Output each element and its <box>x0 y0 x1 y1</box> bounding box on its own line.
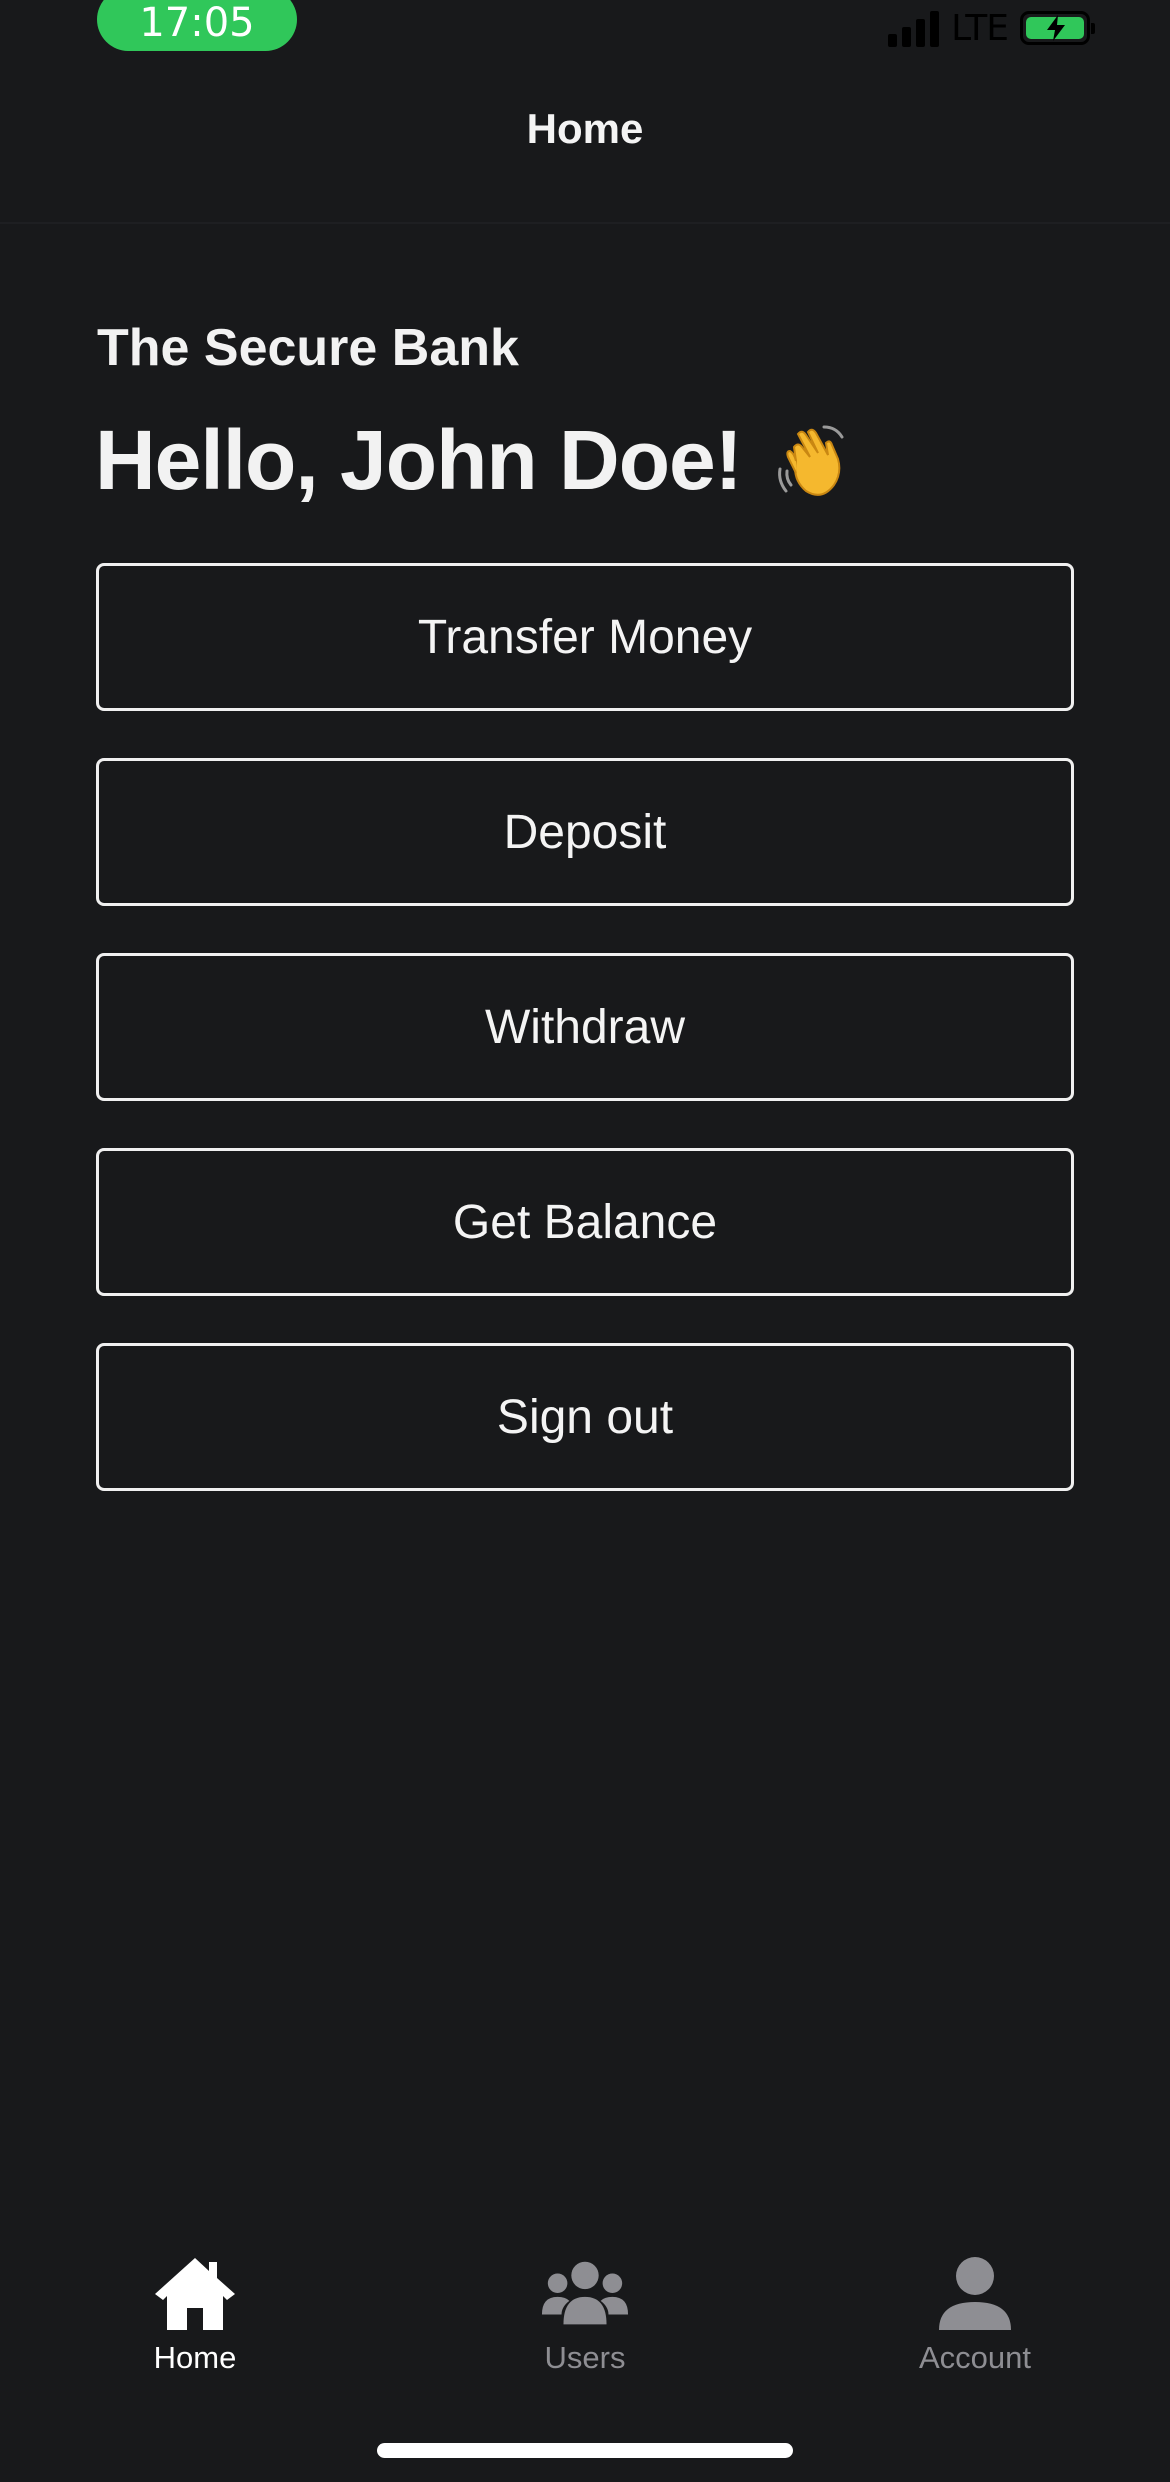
navigation-header: Home <box>0 60 1170 222</box>
status-indicators: LTE <box>888 6 1095 50</box>
sign-out-button[interactable]: Sign out <box>96 1343 1074 1491</box>
greeting-text: Hello, John Doe! <box>95 413 743 507</box>
transfer-money-button[interactable]: Transfer Money <box>96 563 1074 711</box>
network-type-label: LTE <box>951 7 1009 49</box>
home-indicator <box>377 2443 793 2458</box>
tab-bar: Home Users Account <box>0 2240 1170 2380</box>
get-balance-button[interactable]: Get Balance <box>96 1148 1074 1296</box>
tab-label-account: Account <box>918 2340 1031 2375</box>
bank-name: The Secure Bank <box>97 319 519 377</box>
tab-account[interactable]: Account <box>780 2240 1170 2380</box>
waving-hand-icon <box>777 425 844 496</box>
cellular-signal-icon <box>888 9 940 47</box>
users-icon <box>540 2254 630 2334</box>
person-icon <box>930 2254 1020 2334</box>
tab-label-users: Users <box>544 2340 626 2375</box>
deposit-button[interactable]: Deposit <box>96 758 1074 906</box>
header-divider <box>0 222 1170 224</box>
greeting-heading: Hello, John Doe! <box>95 412 852 509</box>
house-icon <box>150 2254 240 2334</box>
tab-home[interactable]: Home <box>0 2240 390 2380</box>
tab-users[interactable]: Users <box>390 2240 780 2380</box>
withdraw-button[interactable]: Withdraw <box>96 953 1074 1101</box>
page-title: Home <box>526 105 644 152</box>
action-list: Transfer Money Deposit Withdraw Get Bala… <box>96 563 1074 1538</box>
battery-charging-icon <box>1020 11 1095 45</box>
status-time: 17:05 <box>97 0 297 51</box>
status-bar: 17:05 LTE <box>0 0 1170 60</box>
tab-label-home: Home <box>153 2340 237 2375</box>
